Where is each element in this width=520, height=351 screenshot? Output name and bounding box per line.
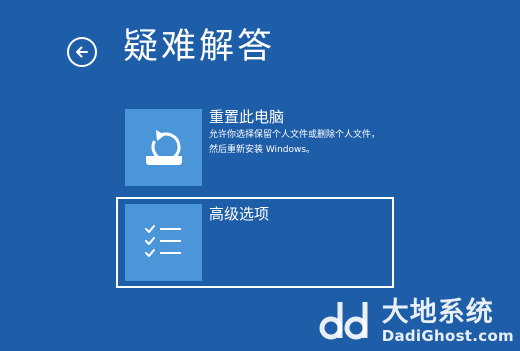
reset-pc-option[interactable]: 重置此电脑 允许你选择保留个人文件或删除个人文件，然后重新安装 Windows。 bbox=[116, 99, 394, 192]
dd-logo bbox=[319, 302, 368, 340]
back-arrow-icon bbox=[76, 46, 88, 58]
reset-pc-title: 重置此电脑 bbox=[209, 108, 285, 126]
reset-pc-description: 允许你选择保留个人文件或删除个人文件，然后重新安装 Windows。 bbox=[209, 130, 381, 155]
watermark-name: 大地系统 bbox=[381, 297, 494, 328]
back-button[interactable] bbox=[67, 37, 97, 67]
reset-pc-tile bbox=[125, 109, 202, 186]
advanced-options-title: 高级选项 bbox=[209, 205, 270, 223]
watermark-domain: DadiGhost.com bbox=[381, 327, 514, 345]
advanced-options-tile bbox=[125, 204, 202, 281]
reset-pc-icon bbox=[145, 129, 182, 165]
checklist-icon bbox=[144, 224, 181, 257]
advanced-options-option[interactable]: 高级选项 bbox=[116, 197, 394, 288]
page-title: 疑难解答 bbox=[123, 27, 276, 67]
watermark: 大地系统 DadiGhost.com bbox=[318, 296, 514, 346]
